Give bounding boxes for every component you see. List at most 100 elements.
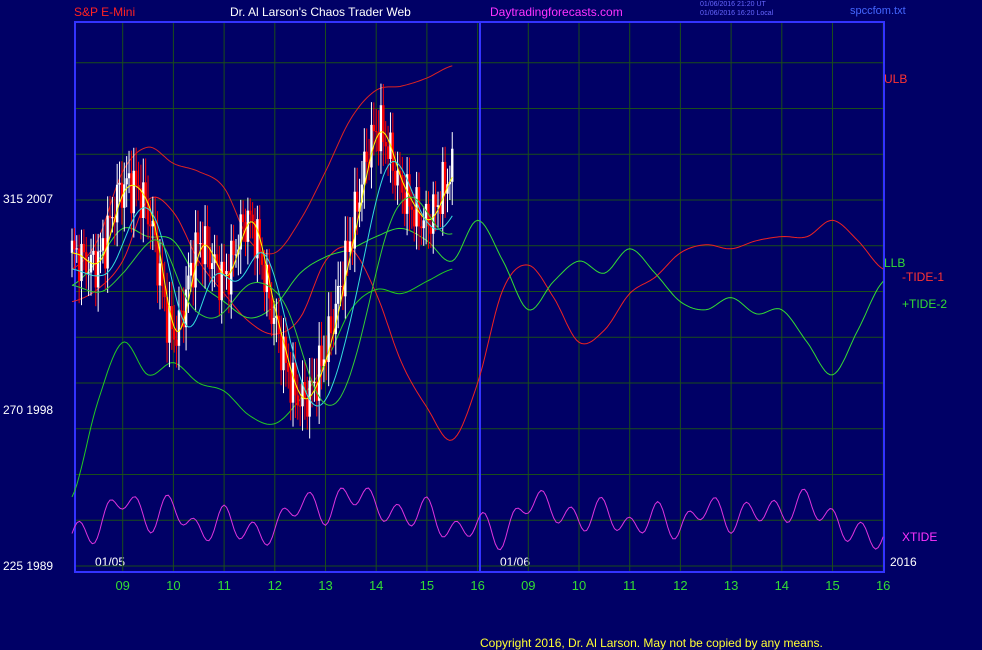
price-bar xyxy=(132,170,135,214)
price-bar xyxy=(232,240,235,255)
price-bar xyxy=(420,226,423,229)
price-bar xyxy=(77,248,81,282)
x-tick-label: 10 xyxy=(166,578,180,593)
price-bar xyxy=(241,214,245,223)
price-bar xyxy=(225,270,228,275)
price-bar xyxy=(127,173,131,179)
price-bar xyxy=(96,251,100,288)
price-bar xyxy=(422,220,425,229)
price-bar xyxy=(298,405,302,407)
x-tick-label: 11 xyxy=(217,578,231,593)
price-bar xyxy=(348,241,352,252)
price-bar xyxy=(249,210,252,215)
price-bar xyxy=(291,362,295,403)
price-bar xyxy=(199,243,202,245)
price-bar xyxy=(101,238,105,251)
price-bar xyxy=(451,148,454,182)
price-bar xyxy=(386,146,390,159)
price-bar xyxy=(379,105,383,152)
price-bar xyxy=(187,275,190,290)
price-bar xyxy=(99,250,102,252)
x-tick-label: 15 xyxy=(825,578,839,593)
price-bar xyxy=(108,215,112,219)
price-bar xyxy=(118,182,121,185)
price-bar xyxy=(270,298,273,324)
price-bar xyxy=(206,226,209,248)
price-bar xyxy=(158,263,162,286)
price-bar xyxy=(346,240,349,252)
price-bar xyxy=(441,161,444,214)
price-bar xyxy=(111,217,114,219)
price-bar xyxy=(94,250,97,288)
price-bar xyxy=(139,188,143,218)
price-bar xyxy=(403,192,406,214)
price-bar xyxy=(165,297,169,343)
price-bar xyxy=(180,310,183,312)
x-tick-label: 15 xyxy=(420,578,434,593)
price-bar xyxy=(313,381,316,384)
price-bar xyxy=(92,250,95,255)
price-bar xyxy=(372,124,376,132)
price-bar xyxy=(363,151,366,185)
price-bar xyxy=(175,339,178,346)
price-bar xyxy=(329,316,333,334)
price-bar xyxy=(256,219,259,259)
price-bar xyxy=(394,170,397,186)
price-bar xyxy=(142,182,145,218)
price-bar xyxy=(82,243,86,253)
price-bar xyxy=(396,170,399,186)
x-tick-label: 16 xyxy=(876,578,890,593)
price-bar xyxy=(149,224,152,227)
price-bar xyxy=(196,232,200,244)
price-chart: 09 10 11 12 13 14 15 16 09 10 11 12 13 14 15 16 xyxy=(70,21,890,593)
price-bar xyxy=(189,262,193,276)
price-bar xyxy=(73,240,76,250)
price-bar xyxy=(230,240,233,295)
x-tick-label: 13 xyxy=(724,578,738,593)
x-tick-label: 12 xyxy=(268,578,282,593)
x-tick-label: 11 xyxy=(623,578,637,593)
price-bar xyxy=(434,194,437,207)
price-bar xyxy=(443,161,447,194)
price-bar xyxy=(306,399,309,417)
x-tick-label: 13 xyxy=(318,578,332,593)
price-bar xyxy=(194,232,197,288)
price-bar xyxy=(211,263,214,270)
price-bar xyxy=(336,285,340,304)
price-bar xyxy=(344,240,347,297)
x-tick-label: 12 xyxy=(673,578,687,593)
price-bar xyxy=(130,173,133,214)
price-bar xyxy=(272,317,276,324)
price-bar xyxy=(320,345,323,367)
price-bar xyxy=(289,371,292,403)
price-bar xyxy=(85,252,88,273)
price-bar xyxy=(413,209,416,227)
price-bar xyxy=(279,333,283,371)
price-bar xyxy=(317,345,321,401)
price-bar xyxy=(384,142,387,147)
x-tick-label: 09 xyxy=(521,578,535,593)
x-tick-label: 14 xyxy=(775,578,789,593)
price-bar xyxy=(382,105,385,143)
price-bar xyxy=(365,151,368,162)
x-tick-label: 16 xyxy=(470,578,484,593)
price-bar xyxy=(134,170,138,186)
price-bar xyxy=(263,264,266,293)
price-bar xyxy=(339,285,342,287)
x-tick-label: 09 xyxy=(115,578,129,593)
price-bar xyxy=(355,191,359,212)
x-tick-label: 10 xyxy=(572,578,586,593)
price-bar xyxy=(220,261,223,301)
price-bar xyxy=(294,362,297,396)
x-tick-label: 14 xyxy=(369,578,383,593)
price-bar xyxy=(115,184,119,223)
price-bar xyxy=(70,240,74,253)
price-bar xyxy=(177,310,181,346)
price-bar xyxy=(222,261,226,275)
price-bar xyxy=(296,395,299,406)
price-bar xyxy=(375,131,378,133)
price-bar xyxy=(87,272,90,274)
price-bar xyxy=(80,243,83,282)
price-bar xyxy=(251,214,254,222)
price-bar xyxy=(75,248,78,250)
